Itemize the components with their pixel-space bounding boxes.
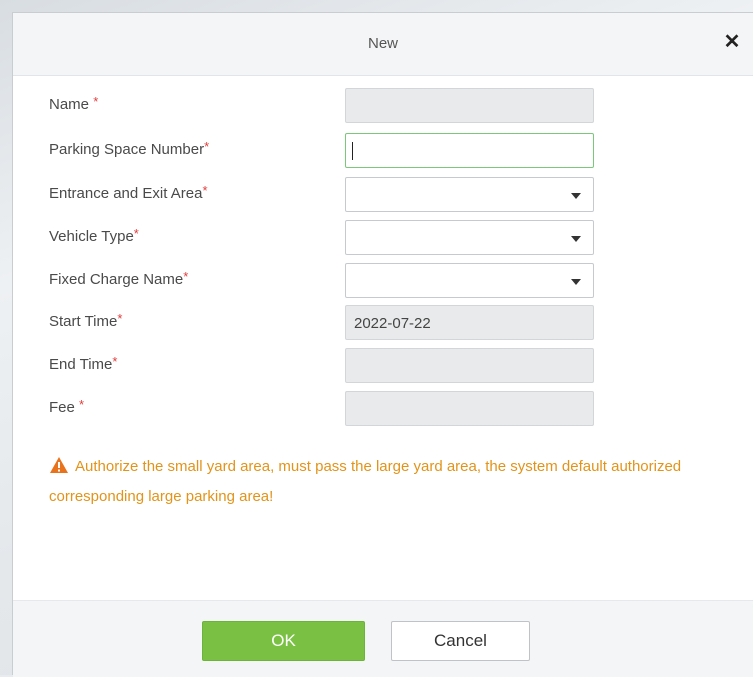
dialog-titlebar: New ✕ bbox=[13, 13, 753, 76]
start-time-value: 2022-07-22 bbox=[354, 315, 431, 332]
chevron-down-icon[interactable] bbox=[571, 236, 581, 242]
ok-button[interactable]: OK bbox=[202, 621, 365, 661]
required-marker: * bbox=[79, 397, 85, 412]
required-marker: * bbox=[133, 226, 139, 241]
entrance-exit-area-label: Entrance and Exit Area* bbox=[49, 183, 208, 202]
chevron-down-icon[interactable] bbox=[571, 193, 581, 199]
warning-text: Authorize the small yard area, must pass… bbox=[49, 458, 682, 505]
start-time-field[interactable]: 2022-07-22 bbox=[345, 305, 594, 340]
start-time-label: Start Time* bbox=[49, 311, 123, 330]
required-marker: * bbox=[117, 311, 123, 326]
fixed-charge-name-label: Fixed Charge Name* bbox=[49, 269, 189, 288]
fixed-charge-name-select[interactable] bbox=[345, 263, 594, 298]
new-parking-dialog: New ✕ Name * Parking Space Number* Entra… bbox=[12, 12, 753, 677]
name-field[interactable] bbox=[345, 88, 594, 123]
authorization-warning: Authorize the small yard area, must pass… bbox=[49, 452, 749, 512]
vehicle-type-label: Vehicle Type* bbox=[49, 226, 139, 245]
dialog-title: New bbox=[367, 35, 398, 52]
warning-triangle-icon bbox=[50, 457, 68, 473]
fee-field[interactable] bbox=[345, 391, 594, 426]
name-label: Name * bbox=[49, 94, 99, 113]
form-row-end-time: End Time* bbox=[13, 348, 753, 384]
required-marker: * bbox=[202, 183, 208, 198]
dialog-footer: OK Cancel bbox=[13, 600, 753, 677]
text-caret bbox=[352, 142, 353, 160]
form-row-vehicle-type: Vehicle Type* bbox=[13, 220, 753, 256]
required-marker: * bbox=[204, 139, 210, 154]
form-row-fixed-charge-name: Fixed Charge Name* bbox=[13, 263, 753, 299]
required-marker: * bbox=[93, 94, 99, 109]
parking-space-number-label: Parking Space Number* bbox=[49, 139, 210, 158]
fee-label: Fee * bbox=[49, 397, 85, 416]
required-marker: * bbox=[183, 269, 189, 284]
vehicle-type-select[interactable] bbox=[345, 220, 594, 255]
required-marker: * bbox=[112, 354, 118, 369]
end-time-label: End Time* bbox=[49, 354, 118, 373]
end-time-field[interactable] bbox=[345, 348, 594, 383]
form-row-entrance-exit-area: Entrance and Exit Area* bbox=[13, 177, 753, 213]
chevron-down-icon[interactable] bbox=[571, 279, 581, 285]
form-row-parking-space-number: Parking Space Number* bbox=[13, 133, 753, 169]
form-row-name: Name * bbox=[13, 88, 753, 124]
form-row-fee: Fee * bbox=[13, 391, 753, 427]
form-row-start-time: Start Time* 2022-07-22 bbox=[13, 305, 753, 341]
cancel-button[interactable]: Cancel bbox=[391, 621, 530, 661]
entrance-exit-area-select[interactable] bbox=[345, 177, 594, 212]
parking-space-number-input[interactable] bbox=[345, 133, 594, 168]
close-icon[interactable]: ✕ bbox=[721, 31, 743, 53]
